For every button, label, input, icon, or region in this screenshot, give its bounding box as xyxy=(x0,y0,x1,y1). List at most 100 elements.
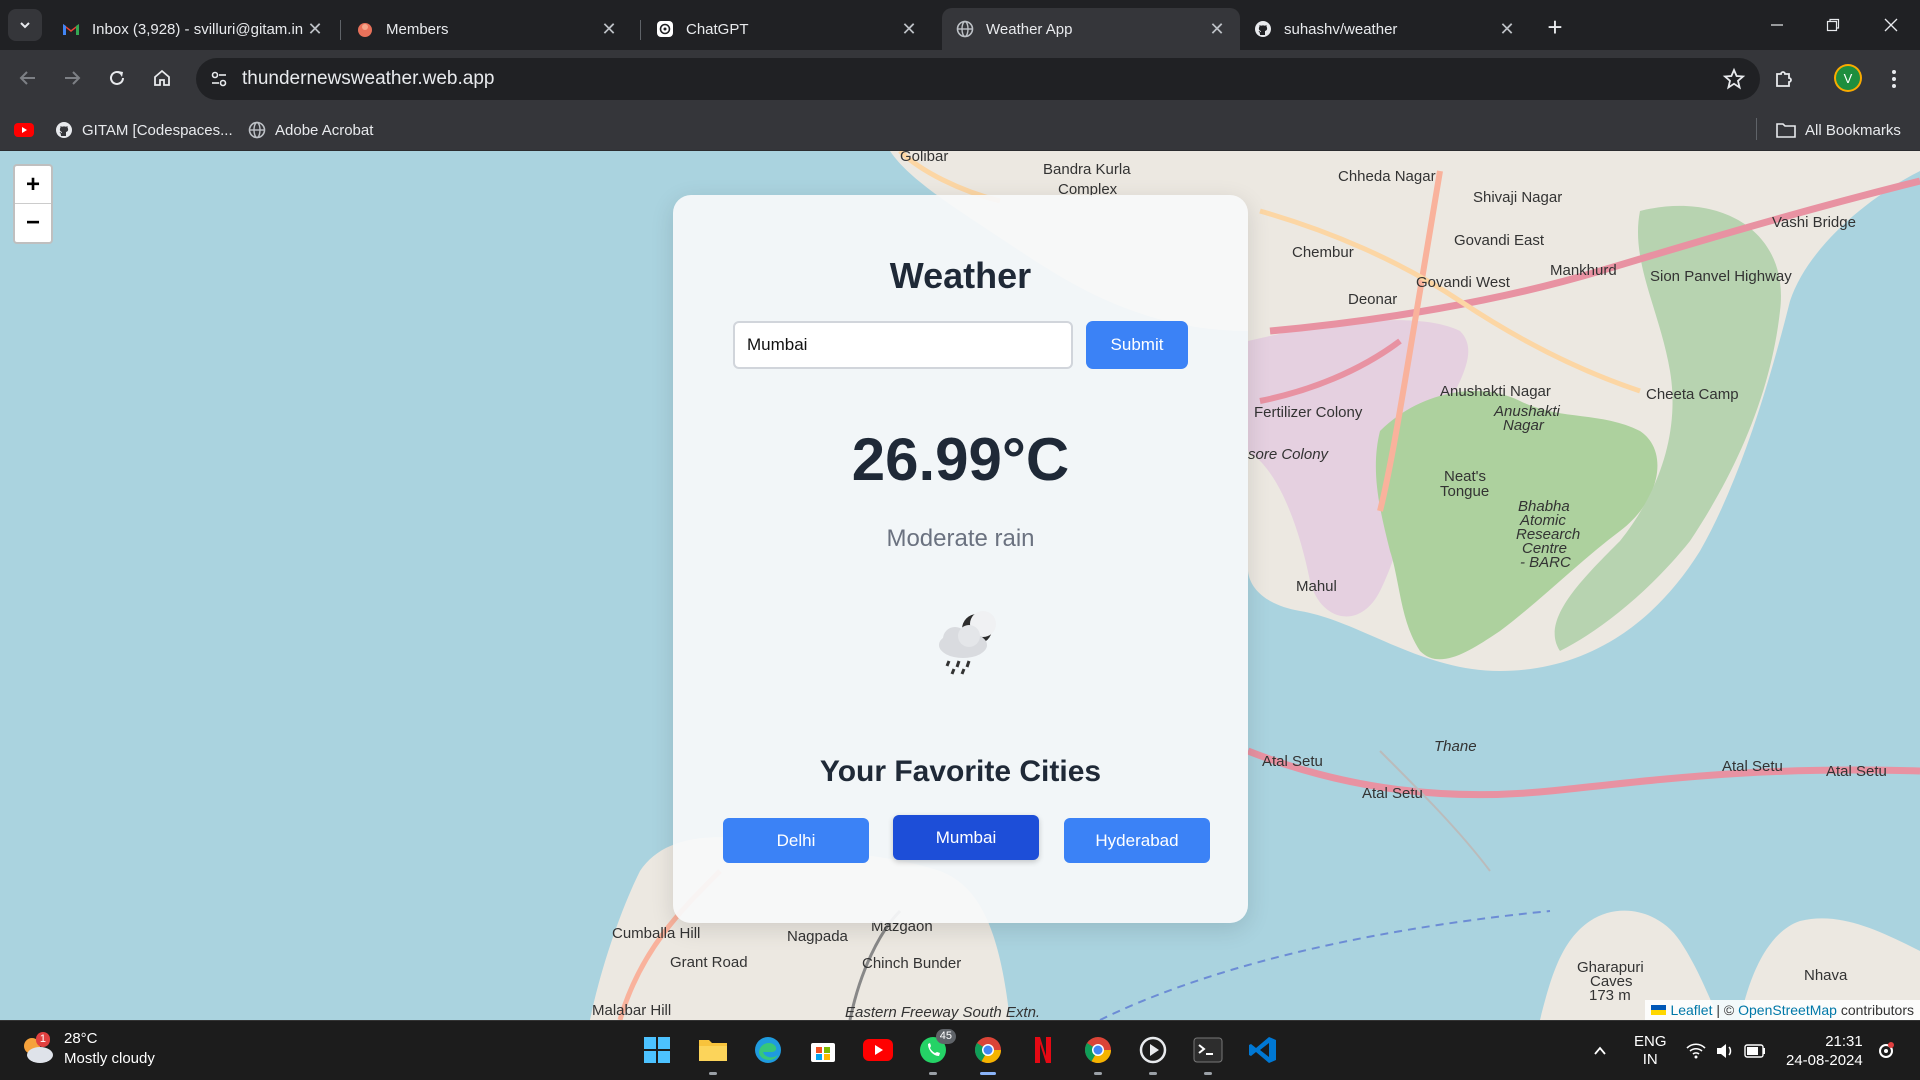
new-tab-button[interactable]: + xyxy=(1540,12,1570,42)
forward-button[interactable] xyxy=(54,60,90,96)
tab-title: ChatGPT xyxy=(686,20,749,38)
tab-members[interactable]: Members ✕ xyxy=(342,8,632,50)
taskbar-file-explorer[interactable] xyxy=(696,1033,730,1075)
globe-icon xyxy=(248,121,266,139)
windows-icon xyxy=(644,1037,670,1063)
tab-weather-app[interactable]: Weather App ✕ xyxy=(942,8,1240,50)
close-icon[interactable]: ✕ xyxy=(1206,18,1228,40)
clock-time: 21:31 xyxy=(1825,1033,1863,1050)
zoom-out-button[interactable]: − xyxy=(15,204,51,242)
tab-github[interactable]: suhashv/weather ✕ xyxy=(1240,8,1530,50)
taskbar-weather-widget[interactable]: 1 28°C Mostly cloudy xyxy=(20,1029,155,1069)
taskbar-terminal[interactable] xyxy=(1191,1033,1225,1075)
home-button[interactable] xyxy=(144,60,180,96)
members-icon xyxy=(356,20,374,38)
cloud-rain-night-icon xyxy=(939,611,996,675)
close-icon[interactable]: ✕ xyxy=(898,18,920,40)
netflix-icon xyxy=(1035,1037,1051,1063)
taskbar-youtube[interactable] xyxy=(861,1033,895,1067)
zoom-in-button[interactable]: + xyxy=(15,166,51,204)
region-code: IN xyxy=(1642,1051,1658,1068)
battery-icon xyxy=(1744,1044,1765,1058)
city-input[interactable] xyxy=(733,321,1073,369)
tab-search-button[interactable] xyxy=(8,9,42,41)
leaflet-link[interactable]: Leaflet xyxy=(1670,1002,1712,1018)
taskbar-store[interactable] xyxy=(806,1033,840,1067)
restore-icon xyxy=(1826,18,1840,32)
reload-icon xyxy=(110,70,124,85)
map-label: Chheda Nagar xyxy=(1338,168,1436,185)
bookmark-star-icon[interactable] xyxy=(1722,67,1746,91)
map-label: Anushakti Nagar xyxy=(1440,383,1551,400)
notification-center-button[interactable] xyxy=(1876,1021,1896,1080)
osm-link[interactable]: OpenStreetMap xyxy=(1738,1002,1837,1018)
map-label: Tongue xyxy=(1440,483,1489,500)
taskbar-edge[interactable] xyxy=(751,1033,785,1067)
tab-gmail[interactable]: Inbox (3,928) - svilluri@gitam.in ✕ xyxy=(48,8,338,50)
close-icon[interactable]: ✕ xyxy=(598,18,620,40)
chrome-icon xyxy=(974,1037,1002,1064)
ukraine-flag-icon xyxy=(1651,1005,1667,1015)
clock[interactable]: 21:31 24-08-2024 xyxy=(1786,1021,1863,1080)
favorite-city-delhi[interactable]: Delhi xyxy=(723,818,869,863)
extensions-button[interactable] xyxy=(1768,63,1800,95)
bookmark-adobe-acrobat[interactable]: Adobe Acrobat xyxy=(248,118,373,142)
favorite-city-hyderabad[interactable]: Hyderabad xyxy=(1064,818,1210,863)
edge-icon xyxy=(755,1037,781,1063)
bookmark-label: GITAM [Codespaces... xyxy=(82,121,233,139)
tab-title: Inbox (3,928) - svilluri@gitam.in xyxy=(92,20,304,38)
close-icon[interactable]: ✕ xyxy=(1496,18,1518,40)
taskbar-whatsapp[interactable]: 45 xyxy=(916,1029,956,1075)
taskbar-vscode[interactable] xyxy=(1246,1033,1280,1067)
map-viewport[interactable]: Golibar Bandra Kurla Complex Chheda Naga… xyxy=(0,151,1920,1020)
temperature-value: 26.99°C xyxy=(851,426,1070,493)
map-label: Deonar xyxy=(1348,291,1397,308)
home-icon xyxy=(154,69,170,86)
minimize-button[interactable] xyxy=(1754,8,1800,42)
taskbar-chrome[interactable] xyxy=(971,1033,1005,1075)
running-indicator xyxy=(1204,1072,1212,1075)
weather-title: Weather xyxy=(889,255,1032,296)
map-label: Atal Setu xyxy=(1362,785,1423,802)
favorite-city-mumbai[interactable]: Mumbai xyxy=(893,815,1039,860)
map-label: Sion Panvel Highway xyxy=(1650,268,1792,285)
quick-settings[interactable] xyxy=(1686,1021,1766,1080)
weather-alert-badge: 1 xyxy=(35,1032,50,1047)
bookmark-youtube[interactable] xyxy=(14,118,43,142)
back-button[interactable] xyxy=(10,60,46,96)
start-button[interactable] xyxy=(640,1033,674,1067)
taskbar-media-player[interactable] xyxy=(1136,1033,1170,1075)
tab-strip: Inbox (3,928) - svilluri@gitam.in ✕ Memb… xyxy=(0,0,1920,50)
arrow-left-icon xyxy=(19,71,35,85)
close-window-button[interactable] xyxy=(1868,8,1914,42)
running-indicator xyxy=(1149,1072,1157,1075)
tab-chatgpt[interactable]: ChatGPT ✕ xyxy=(642,8,932,50)
bookmark-gitam-codespaces[interactable]: GITAM [Codespaces... xyxy=(55,118,233,142)
tray-overflow-button[interactable] xyxy=(1592,1021,1608,1080)
taskbar-chrome-profile[interactable] xyxy=(1081,1033,1115,1075)
map-label: Atal Setu xyxy=(1262,753,1323,770)
map-label: Nagar xyxy=(1503,417,1545,434)
language-indicator[interactable]: ENG IN xyxy=(1634,1021,1667,1080)
site-info-icon[interactable] xyxy=(208,68,230,90)
close-icon[interactable]: ✕ xyxy=(304,18,326,40)
submit-button[interactable]: Submit xyxy=(1086,321,1188,369)
reload-button[interactable] xyxy=(99,60,135,96)
notification-settings-icon xyxy=(1879,1042,1894,1058)
map-label: Golibar xyxy=(900,151,948,165)
profile-avatar[interactable]: V xyxy=(1836,66,1860,90)
github-icon xyxy=(55,121,73,139)
ferry-route xyxy=(1099,910,1551,1020)
all-bookmarks-label: All Bookmarks xyxy=(1805,121,1901,139)
volume-icon xyxy=(1717,1044,1732,1058)
bookmarks-bar: GITAM [Codespaces... Adobe Acrobat All B… xyxy=(0,108,1920,151)
all-bookmarks-button[interactable]: All Bookmarks xyxy=(1776,118,1901,142)
restore-button[interactable] xyxy=(1810,8,1856,42)
map-label: Shivaji Nagar xyxy=(1473,189,1562,206)
map-label: Govandi West xyxy=(1416,274,1511,291)
taskbar-netflix[interactable] xyxy=(1026,1033,1060,1067)
browser-menu-button[interactable] xyxy=(1880,64,1908,94)
address-bar[interactable]: thundernewsweather.web.app xyxy=(196,58,1760,100)
clock-date: 24-08-2024 xyxy=(1786,1052,1863,1069)
map-label: Cheeta Camp xyxy=(1646,386,1739,403)
